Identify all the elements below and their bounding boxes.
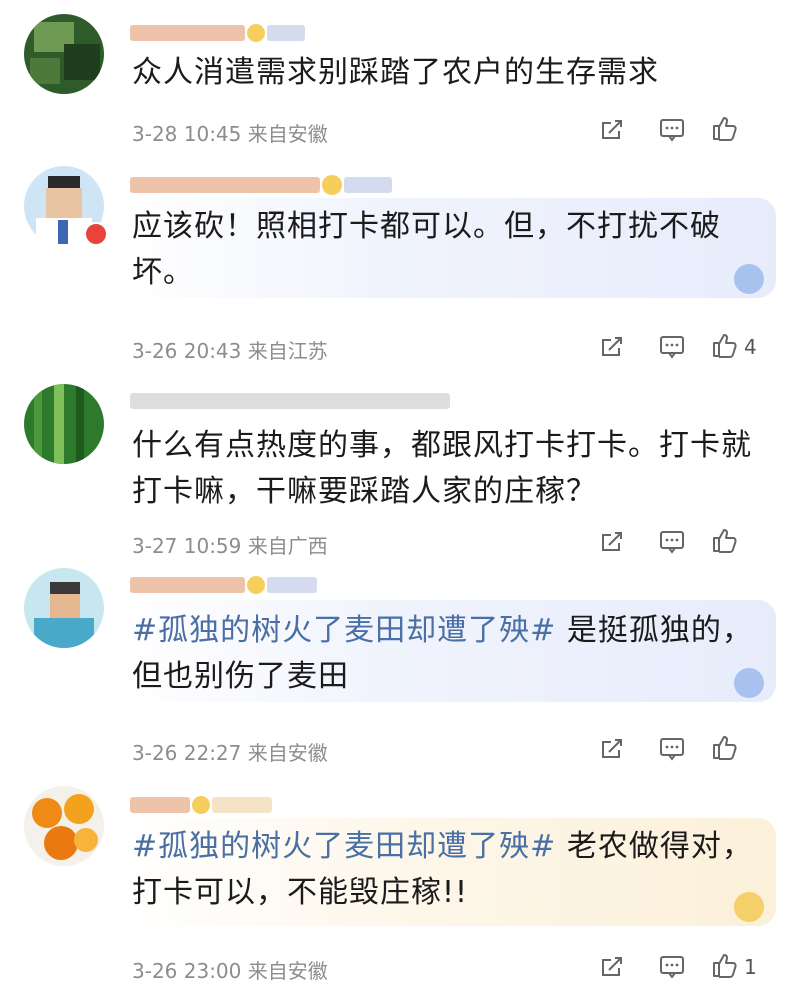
avatar[interactable] <box>24 14 104 94</box>
comment-date: 3-26 22:27 <box>132 741 242 765</box>
comment-text: 应该砍！照相打卡都可以。但，不打扰不破坏。 <box>132 204 760 296</box>
thumbs-up-icon <box>710 331 738 363</box>
like-count: 4 <box>744 335 757 359</box>
comment-location: 来自安徽 <box>247 122 328 146</box>
comment-date: 3-26 20:43 <box>132 339 242 363</box>
comment-location: 来自广西 <box>247 534 328 558</box>
hashtag-link[interactable]: #孤独的树火了麦田却遭了殃# <box>132 613 556 648</box>
thumbs-up-icon <box>710 526 738 558</box>
comment-meta: 3-26 22:27 来自安徽 <box>132 737 328 766</box>
comment-date: 3-26 23:00 <box>132 959 242 983</box>
thumbs-up-icon <box>710 733 738 765</box>
comment-body: 众人消遣需求别踩踏了农户的生存需求 <box>132 55 659 90</box>
comment-icon[interactable] <box>642 734 702 764</box>
hashtag-link[interactable]: #孤独的树火了麦田却遭了殃# <box>132 829 556 864</box>
comment-icon[interactable] <box>642 952 702 982</box>
comment-actions: 4 <box>582 331 770 363</box>
comment-actions: 1 <box>582 951 770 983</box>
avatar[interactable] <box>24 786 104 866</box>
comment-body: 什么有点热度的事，都跟风打卡打卡。打卡就打卡嘛，干嘛要踩踏人家的庄稼？ <box>132 428 752 509</box>
comment-text: #孤独的树火了麦田却遭了殃# 是挺孤独的，但也别伤了麦田 <box>132 608 760 700</box>
comment-meta: 3-28 10:45 来自安徽 <box>132 118 328 147</box>
share-icon[interactable] <box>582 332 642 362</box>
thumbs-up-icon <box>710 951 738 983</box>
share-icon[interactable] <box>582 952 642 982</box>
username-blurred[interactable] <box>130 790 272 820</box>
like-button[interactable] <box>702 114 770 146</box>
comment-actions <box>582 733 770 765</box>
comment-location: 来自江苏 <box>247 339 328 363</box>
share-icon[interactable] <box>582 734 642 764</box>
comment-location: 来自安徽 <box>247 959 328 983</box>
like-button[interactable]: 1 <box>702 951 770 983</box>
username-blurred[interactable] <box>130 570 317 600</box>
comment-icon[interactable] <box>642 527 702 557</box>
comment-date: 3-27 10:59 <box>132 534 242 558</box>
username-blurred[interactable] <box>130 386 450 416</box>
comment-meta: 3-26 23:00 来自安徽 <box>132 955 328 984</box>
like-count: 1 <box>744 955 757 979</box>
comment-body: 应该砍！照相打卡都可以。但，不打扰不破坏。 <box>132 209 721 290</box>
like-button[interactable] <box>702 733 770 765</box>
like-button[interactable]: 4 <box>702 331 770 363</box>
comment-actions <box>582 114 770 146</box>
comment-actions <box>582 526 770 558</box>
comment-meta: 3-26 20:43 来自江苏 <box>132 335 328 364</box>
share-icon[interactable] <box>582 115 642 145</box>
like-button[interactable] <box>702 526 770 558</box>
avatar[interactable] <box>24 384 104 464</box>
comment-location: 来自安徽 <box>247 741 328 765</box>
username-blurred[interactable] <box>130 170 392 200</box>
comment-meta: 3-27 10:59 来自广西 <box>132 530 328 559</box>
comment-text: 众人消遣需求别踩踏了农户的生存需求 <box>132 50 760 96</box>
share-icon[interactable] <box>582 527 642 557</box>
comment-icon[interactable] <box>642 332 702 362</box>
comment-date: 3-28 10:45 <box>132 122 242 146</box>
verified-badge-icon <box>84 222 108 246</box>
username-blurred[interactable] <box>130 18 305 48</box>
comment-text: #孤独的树火了麦田却遭了殃# 老农做得对，打卡可以，不能毁庄稼!! <box>132 824 760 916</box>
comment-text: 什么有点热度的事，都跟风打卡打卡。打卡就打卡嘛，干嘛要踩踏人家的庄稼？ <box>132 423 760 515</box>
comment-icon[interactable] <box>642 115 702 145</box>
avatar[interactable] <box>24 568 104 648</box>
thumbs-up-icon <box>710 114 738 146</box>
